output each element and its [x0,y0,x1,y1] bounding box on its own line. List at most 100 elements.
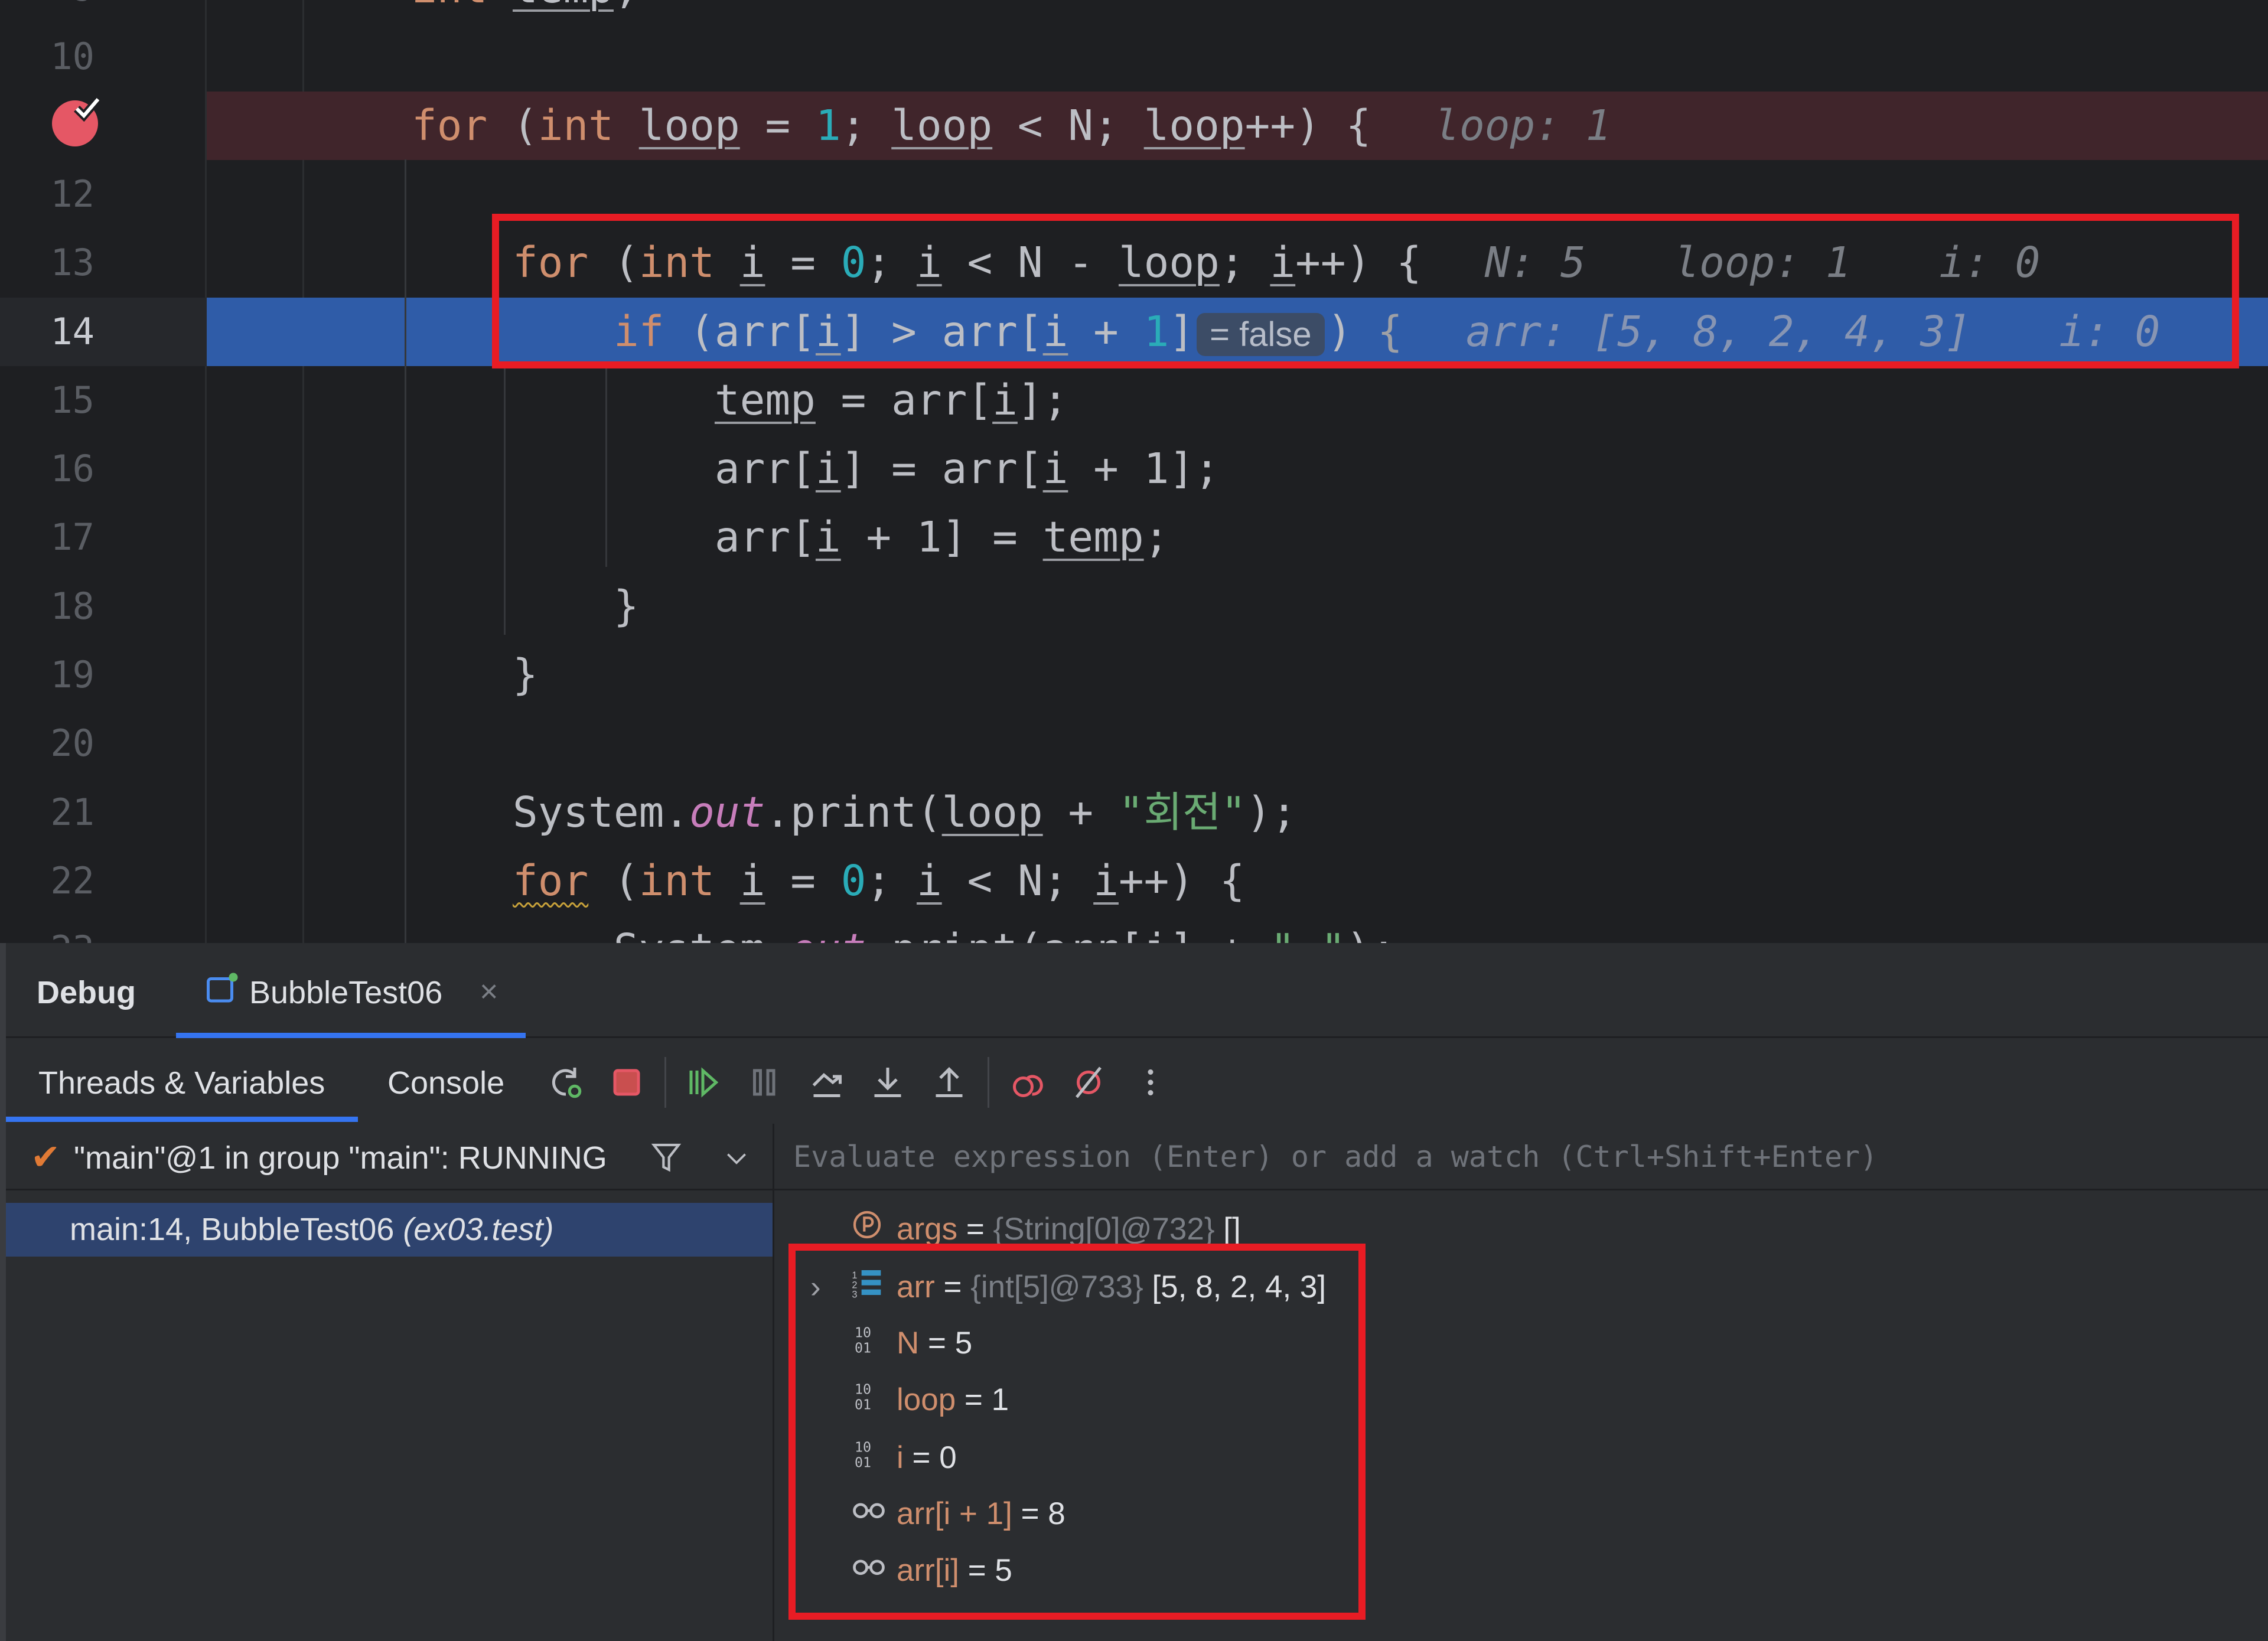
code-token: temp [714,375,816,425]
highlight-box-variables [788,1244,1366,1620]
active-tab-underline [6,1117,358,1122]
thread-label[interactable]: "main"@1 in group "main": RUNNING [74,1140,607,1176]
code-token: ++) { [1244,100,1371,150]
code-token: + [1042,787,1119,837]
code-token: i [1042,444,1068,494]
code-token: " " [1270,925,1345,943]
indent-guide [605,366,607,567]
highlight-box-code [492,214,2239,368]
line-number[interactable]: 15 [0,366,94,435]
frame-location: main:14, BubbleTest06 [70,1212,403,1247]
line-number[interactable]: 12 [0,160,94,229]
code-token: ; [614,0,639,12]
line-number[interactable]: 22 [0,847,94,915]
line-number[interactable]: 17 [0,503,94,572]
variable-name: args [897,1212,958,1247]
line-number[interactable]: 19 [0,641,94,709]
variable-value: [] [1214,1212,1241,1247]
code-token: .print(arr[ [866,925,1143,943]
code-token: arr[ [210,513,816,562]
code-text: for (int loop = 1; loop < N; loop++) {lo… [210,92,1611,160]
tab-console[interactable]: Console [387,1065,504,1101]
code-token: "회전" [1118,787,1247,837]
resume-icon[interactable] [685,1065,721,1100]
toolbar-separator [988,1057,989,1108]
rerun-icon[interactable] [548,1065,584,1100]
code-token: ; [1143,513,1169,562]
breakpoint-verified-check-icon [74,96,102,122]
code-token: i [1144,925,1169,943]
step-into-icon[interactable] [870,1065,905,1100]
tab-threads-variables[interactable]: Threads & Variables [38,1065,325,1101]
view-breakpoints-icon[interactable] [1010,1065,1045,1100]
code-token: arr[ [210,444,816,494]
code-line: 23 System.out.print(arr[i] + " "); [0,915,2268,943]
code-token: } [210,581,639,631]
code-token: = [739,100,816,150]
line-number[interactable]: 21 [0,778,94,847]
step-out-icon[interactable] [931,1065,967,1100]
line-number[interactable]: 16 [0,435,94,503]
code-token: i [815,444,841,494]
code-token: ( [487,100,538,150]
filter-icon[interactable] [650,1140,683,1175]
code-token: 0 [840,856,866,905]
code-token: ( [588,856,639,905]
line-number[interactable]: 18 [0,572,94,641]
chevron-down-icon[interactable] [724,1146,750,1172]
session-tab-underline [176,1033,526,1038]
code-text: } [210,641,538,709]
pane-splitter[interactable] [773,1124,774,1641]
code-text: System.out.print(arr[i] + " "); [210,915,1396,943]
line-number[interactable]: 9 [0,0,94,22]
frame-package: (ex03.test) [403,1212,554,1247]
code-token: int [412,0,487,12]
pause-icon[interactable] [747,1065,783,1100]
thread-running-check-icon: ✔ [31,1137,61,1177]
code-token: i [992,375,1018,425]
evaluate-placeholder: Evaluate expression (Enter) or add a wat… [793,1140,1878,1174]
code-token: temp [513,0,614,12]
code-token: ; [840,100,892,150]
line-number[interactable]: 13 [0,229,94,297]
code-token: i [739,856,765,905]
run-config-icon [207,973,238,1003]
close-tab-icon[interactable]: × [480,973,498,1010]
code-token: = arr[ [815,375,993,425]
code-token: for [411,100,488,150]
mute-breakpoints-icon[interactable] [1071,1065,1106,1100]
session-tab[interactable]: BubbleTest06 [249,974,442,1011]
code-token: int [537,100,614,150]
line-number[interactable]: 23 [0,915,94,943]
code-token: < N; [992,100,1144,150]
line-number[interactable]: 10 [0,22,94,91]
code-token: < N; [941,856,1094,905]
variable-reference: {String[0]@732} [993,1212,1215,1247]
code-line: 19 } [0,641,2268,709]
code-line: 17 arr[i + 1] = temp; [0,503,2268,572]
code-text: arr[i] = arr[i + 1]; [210,435,1220,503]
stack-frame-selected[interactable]: main:14, BubbleTest06 (ex03.test) [6,1203,773,1257]
more-icon[interactable] [1133,1065,1168,1100]
stop-icon[interactable] [609,1065,644,1100]
code-token: System. [210,787,690,837]
breakpoint-line: for (int loop = 1; loop < N; loop++) {lo… [0,91,2268,160]
code-token: + 1] = [840,513,1043,562]
code-token: i [1093,856,1119,905]
indent-guide [504,366,506,635]
code-token: loop [891,100,993,150]
code-editor[interactable]: 9 int temp;10 for (int loop = 1; loop < … [0,0,2268,943]
line-number[interactable]: 20 [0,709,94,778]
step-over-icon[interactable] [809,1065,845,1100]
code-token: .print( [765,787,942,837]
code-line: 15 temp = arr[i]; [0,366,2268,435]
line-number[interactable]: 14 [0,298,94,366]
code-token: out [689,787,765,837]
code-token: i [916,856,942,905]
code-token: ] + [1169,925,1270,943]
code-token: } [210,650,538,699]
